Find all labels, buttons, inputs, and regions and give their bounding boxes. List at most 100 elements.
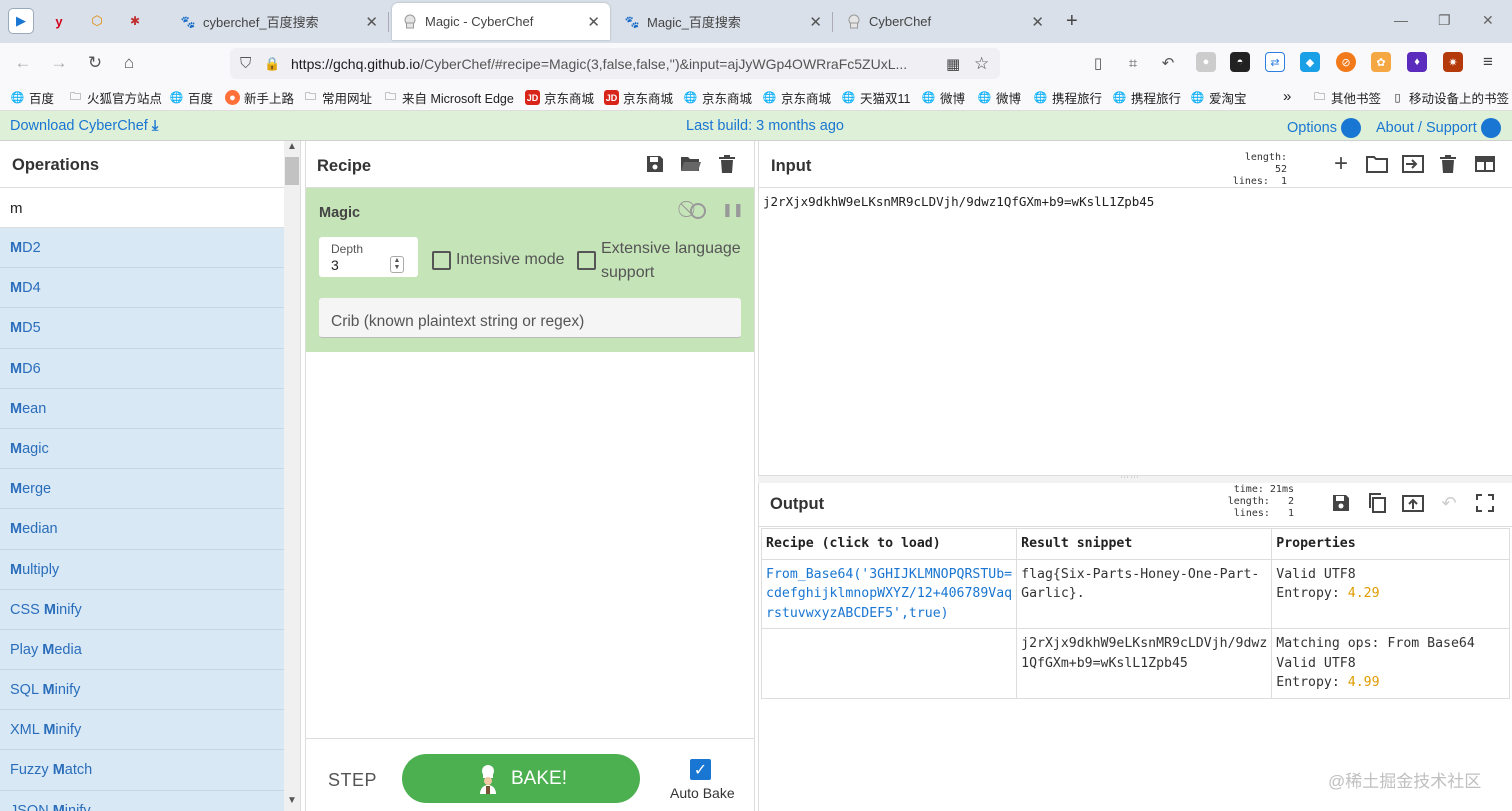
depth-field[interactable]: Depth 3 ▲ ▼ <box>319 237 418 277</box>
extension-glasses-icon[interactable]: ◓ <box>1230 52 1250 72</box>
depth-spinner[interactable]: ▲ ▼ <box>390 256 404 273</box>
add-input-tab-button[interactable]: + <box>1329 150 1353 177</box>
bookmark-item[interactable]: JD 京东商城 <box>604 88 673 107</box>
pinned-tab-toutiao-icon[interactable]: ✱ <box>122 8 148 34</box>
crib-input[interactable]: Crib (known plaintext string or regex) <box>319 298 741 338</box>
breakpoint-pause-icon[interactable]: ❚❚ <box>722 202 744 218</box>
recipe-link-line[interactable]: cdefghijklmnopWXYZ/12+406789Vaq <box>766 584 1012 604</box>
recipe-link-line[interactable]: From_Base64('3GHIJKLMNOPQRSTUb= <box>766 565 1012 585</box>
pinned-tab-video-icon[interactable]: ▶ <box>8 8 34 34</box>
lock-icon[interactable]: 🔒 <box>264 56 280 72</box>
clear-recipe-button[interactable] <box>715 152 739 176</box>
undo-close-tab-icon[interactable]: ↶ <box>1156 51 1180 75</box>
tab-cyberchef[interactable]: CyberChef ✕ <box>836 3 1054 40</box>
input-textarea[interactable]: j2rXjx9dkhW9eLKsnMR9cLDVjh/9dwz1QfGXm+b9… <box>763 194 1154 209</box>
scrollbar-thumb[interactable] <box>285 157 299 185</box>
tab-magic-baidu[interactable]: 🐾 Magic_百度搜索 ✕ <box>614 3 833 40</box>
operation-item[interactable]: Fuzzy Match <box>0 750 284 791</box>
load-recipe-button[interactable] <box>679 152 703 176</box>
extension-gem-icon[interactable]: ♦ <box>1407 52 1427 72</box>
forward-button[interactable]: → <box>47 51 71 75</box>
operation-item[interactable]: Play Media <box>0 630 284 671</box>
crop-screenshot-icon[interactable]: ⌗ <box>1121 51 1145 75</box>
operation-item[interactable]: SQL Minify <box>0 670 284 711</box>
qr-code-icon[interactable]: ▦ <box>946 55 960 73</box>
operation-item[interactable]: Median <box>0 509 284 550</box>
operation-item[interactable]: Multiply <box>0 550 284 590</box>
io-resize-handle[interactable]: ⋯⋯ <box>758 472 1512 483</box>
open-file-button[interactable] <box>1365 152 1389 176</box>
bookmark-item[interactable]: 🌐 微博 <box>977 88 1021 107</box>
recipe-cell[interactable]: From_Base64('3GHIJKLMNOPQRSTUb= cdefghij… <box>760 558 1018 629</box>
about-support-link[interactable]: About / Support ? <box>1376 118 1501 138</box>
intensive-mode-checkbox[interactable] <box>432 251 451 270</box>
operation-item[interactable]: MD5 <box>0 308 284 349</box>
step-button[interactable]: STEP <box>328 770 377 791</box>
download-cyberchef-link[interactable]: Download CyberChef ⤓ <box>10 118 158 134</box>
restore-icon[interactable]: ❐ <box>1438 12 1451 29</box>
pinned-tab-yandex-icon[interactable]: y <box>46 8 72 34</box>
bookmark-item[interactable]: 🌐 百度 <box>169 88 213 107</box>
bookmark-item[interactable]: 🌐 携程旅行 <box>1033 88 1102 107</box>
bake-button[interactable]: BAKE! <box>402 754 640 803</box>
new-tab-button[interactable]: + <box>1060 3 1090 40</box>
operation-item[interactable]: JSON Minify <box>0 791 284 811</box>
bookmark-folder-other[interactable]: 🗀 其他书签 <box>1312 88 1381 107</box>
bookmark-folder[interactable]: 🗀 火狐官方站点 <box>68 88 162 107</box>
options-link[interactable]: Options ⚙ <box>1287 118 1362 138</box>
bookmark-folder[interactable]: 🗀 常用网址 <box>303 88 372 107</box>
bookmark-item[interactable]: 🌐 微博 <box>921 88 965 107</box>
close-tab-icon[interactable]: ✕ <box>587 13 600 31</box>
url-text[interactable]: https://gchq.github.io/CyberChef/#recipe… <box>291 56 931 72</box>
bookmark-item[interactable]: ● 新手上路 <box>225 88 294 107</box>
bookmark-item[interactable]: 🌐 携程旅行 <box>1112 88 1181 107</box>
bookmark-item[interactable]: JD 京东商城 <box>525 88 594 107</box>
bookmark-folder[interactable]: 🗀 来自 Microsoft Edge <box>383 88 514 107</box>
extension-grid-icon[interactable]: ✷ <box>1443 52 1463 72</box>
operation-item[interactable]: MD4 <box>0 268 284 309</box>
tab-magic-cyberchef[interactable]: Magic - CyberChef ✕ <box>392 3 610 40</box>
replace-input-button[interactable] <box>1401 491 1425 515</box>
operation-item[interactable]: Magic <box>0 429 284 470</box>
shield-icon[interactable]: ⛉ <box>240 55 251 72</box>
minimize-icon[interactable]: — <box>1394 12 1408 28</box>
extension-cube-icon[interactable]: ◆ <box>1300 52 1320 72</box>
extension-block-icon[interactable]: ⊘ <box>1336 52 1356 72</box>
bookmark-item[interactable]: 🌐 京东商城 <box>762 88 831 107</box>
operation-item[interactable]: MD6 <box>0 349 284 389</box>
tab-cyberchef-baidu[interactable]: 🐾 cyberchef_百度搜索 ✕ <box>170 3 389 40</box>
bookmark-folder-mobile[interactable]: ▯ 移动设备上的书签 <box>1390 88 1509 107</box>
extensive-language-checkbox[interactable] <box>577 251 596 270</box>
reset-layout-button[interactable] <box>1473 152 1497 176</box>
open-folder-button[interactable] <box>1401 152 1425 176</box>
pinned-tab-hex-icon[interactable]: ⬡ <box>84 8 110 34</box>
save-output-button[interactable] <box>1329 491 1353 515</box>
close-tab-icon[interactable]: ✕ <box>365 13 378 31</box>
bookmark-item[interactable]: 🌐 爱淘宝 <box>1190 88 1247 107</box>
operations-scrollbar[interactable]: ▲ ▼ <box>284 141 300 811</box>
save-recipe-button[interactable] <box>643 152 667 176</box>
extension-gray-icon[interactable]: ● <box>1196 52 1216 72</box>
address-bar[interactable]: ⛉ 🔒 https://gchq.github.io/CyberChef/#re… <box>230 48 1000 79</box>
depth-value[interactable]: 3 <box>331 257 339 273</box>
disable-operation-button[interactable] <box>690 203 706 219</box>
home-button[interactable]: ⌂ <box>117 51 141 75</box>
operation-item[interactable]: MD2 <box>0 228 284 269</box>
bookmark-item[interactable]: 🌐 天猫双11 <box>841 88 911 107</box>
close-tab-icon[interactable]: ✕ <box>809 13 822 31</box>
scroll-down-icon[interactable]: ▼ <box>287 795 297 806</box>
back-button[interactable]: ← <box>11 51 35 75</box>
scroll-up-icon[interactable]: ▲ <box>287 141 297 152</box>
recipe-link-line[interactable]: rstuvwxyzABCDEF5',true) <box>766 604 1012 624</box>
operation-item[interactable]: Mean <box>0 389 284 429</box>
copy-output-button[interactable] <box>1365 491 1389 515</box>
bookmark-item[interactable]: 🌐 百度 <box>10 88 54 107</box>
clear-input-button[interactable] <box>1436 152 1460 176</box>
bookmark-item[interactable]: 🌐 京东商城 <box>683 88 752 107</box>
bookmarks-overflow-button[interactable]: » <box>1283 88 1291 105</box>
reader-view-icon[interactable]: ▯ <box>1086 51 1110 75</box>
bookmark-star-icon[interactable]: ☆ <box>974 54 989 74</box>
undo-button[interactable]: ↶ <box>1437 491 1461 515</box>
operations-search-input[interactable]: m <box>0 188 284 228</box>
panel-resize-handle[interactable] <box>300 141 304 811</box>
